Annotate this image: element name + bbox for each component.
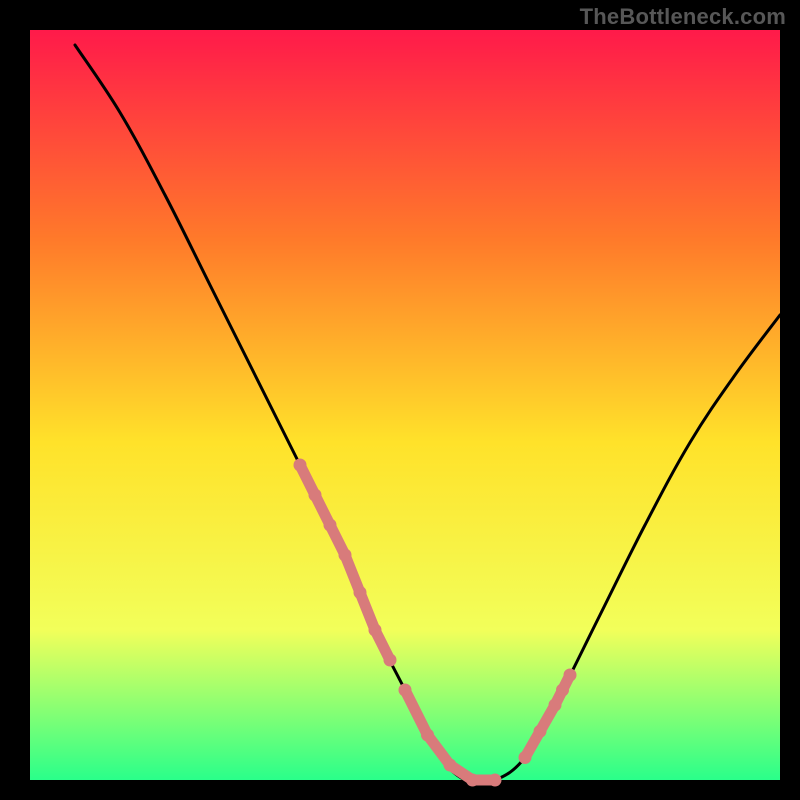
plot-background — [30, 30, 780, 780]
watermark-text: TheBottleneck.com — [580, 4, 786, 30]
marker-dot — [564, 669, 577, 682]
marker-dot — [384, 654, 397, 667]
bottleneck-chart — [0, 0, 800, 800]
chart-frame: { "watermark": "TheBottleneck.com", "cha… — [0, 0, 800, 800]
marker-dot — [489, 774, 502, 787]
